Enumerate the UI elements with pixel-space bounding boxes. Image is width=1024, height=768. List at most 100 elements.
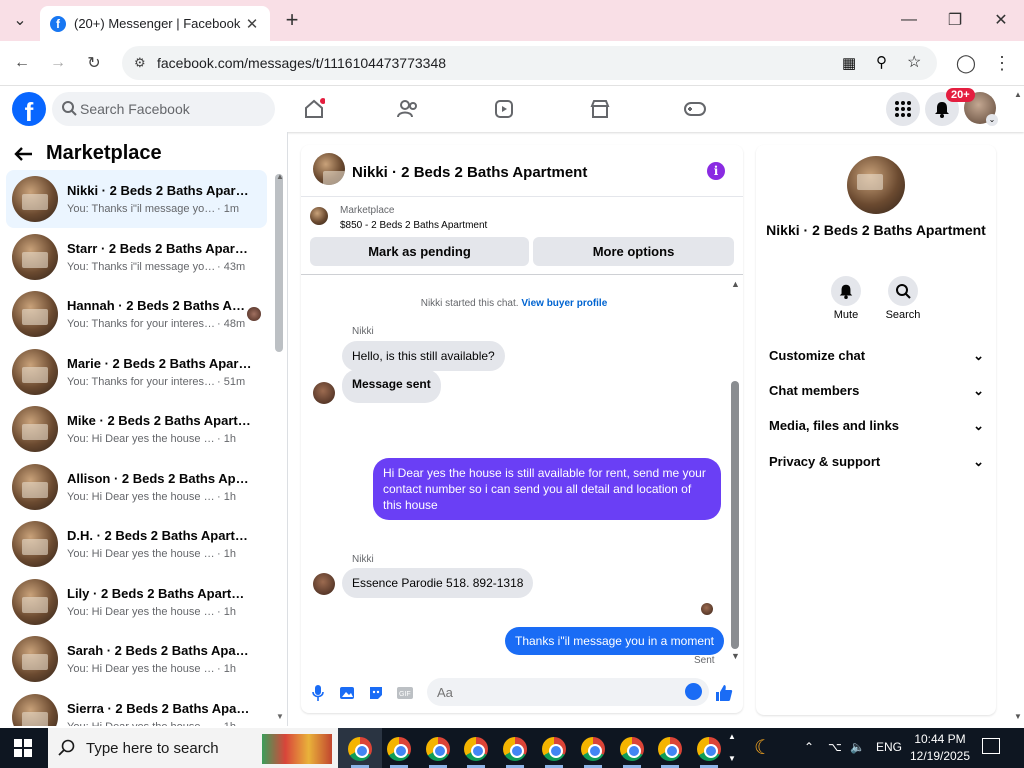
friends-icon[interactable]: [394, 96, 422, 122]
conversation-item[interactable]: Starr · 2 Beds 2 Baths Apartment You: Tha…: [6, 228, 267, 286]
page-scrollbar[interactable]: ▲ ▼: [1012, 86, 1024, 726]
conversation-preview: You: Thanks i"il message you in a moment: [67, 203, 217, 215]
mark-as-pending-button[interactable]: Mark as pending: [310, 237, 529, 266]
search-in-chat-button[interactable]: [888, 276, 918, 306]
photo-icon[interactable]: [338, 684, 356, 702]
site-info-icon[interactable]: ⚙: [134, 55, 146, 71]
customize-chat-section[interactable]: Customize chat ⌄: [769, 348, 984, 364]
chrome-taskbar-icon[interactable]: [697, 737, 722, 761]
conversation-item[interactable]: Hannah · 2 Beds 2 Baths Apartment You: Th…: [6, 285, 267, 343]
listing-avatar: [12, 291, 58, 337]
tab-search-icon[interactable]: ⌄: [8, 8, 32, 32]
bookmark-star-icon[interactable]: ☆: [907, 52, 921, 72]
taskbar-scroll-down-icon[interactable]: ▼: [728, 754, 736, 763]
taskbar-search-input[interactable]: Type here to search: [48, 728, 338, 768]
listing-price-title[interactable]: $850 - 2 Beds 2 Baths Apartment: [340, 220, 487, 231]
conversation-title: Hannah · 2 Beds 2 Baths Apartment: [67, 298, 252, 313]
sticker-icon[interactable]: [367, 684, 385, 702]
chrome-taskbar-icon[interactable]: [386, 737, 411, 761]
forward-icon[interactable]: →: [47, 52, 69, 74]
chat-scroll-down-icon[interactable]: ▼: [731, 651, 740, 661]
chat-members-section[interactable]: Chat members ⌄: [769, 383, 984, 399]
back-arrow-icon[interactable]: [14, 146, 34, 162]
conversation-item[interactable]: Lily · 2 Beds 2 Baths Apartment You: Hi D…: [6, 573, 267, 631]
chrome-taskbar-icon[interactable]: [658, 737, 683, 761]
sender-avatar[interactable]: [313, 382, 335, 404]
mute-button[interactable]: [831, 276, 861, 306]
chrome-menu-icon[interactable]: ⋮: [991, 52, 1013, 74]
microphone-icon[interactable]: [309, 684, 327, 702]
conversation-item[interactable]: Sierra · 2 Beds 2 Baths Apartment You: Hi…: [6, 688, 267, 726]
menu-grid-icon[interactable]: [886, 92, 920, 126]
chat-avatar[interactable]: [313, 153, 345, 185]
conversation-item[interactable]: Mike · 2 Beds 2 Baths Apartment You: Hi D…: [6, 400, 267, 458]
chrome-taskbar-icon[interactable]: [464, 737, 489, 761]
chrome-taskbar-icon[interactable]: [348, 737, 372, 761]
back-icon[interactable]: ←: [11, 52, 33, 74]
marketplace-icon[interactable]: [586, 96, 614, 122]
sidebar-scroll-up-icon[interactable]: ▲: [276, 172, 284, 181]
conversation-item[interactable]: Marie · 2 Beds 2 Baths Apartment You: Tha…: [6, 343, 267, 401]
volume-icon[interactable]: 🔈: [850, 740, 865, 754]
windows-start-icon[interactable]: [14, 739, 32, 757]
maximize-icon[interactable]: ❐: [943, 8, 967, 32]
sidebar-scroll-down-icon[interactable]: ▼: [276, 712, 284, 721]
facebook-logo-icon[interactable]: f: [12, 92, 46, 126]
emoji-icon[interactable]: [685, 683, 702, 700]
notifications-center-icon[interactable]: [982, 738, 1000, 754]
gif-icon[interactable]: GIF: [396, 684, 414, 702]
conversation-item[interactable]: Nikki · 2 Beds 2 Baths Apartment You: Tha…: [6, 170, 267, 228]
marketplace-label: Marketplace: [340, 205, 395, 216]
chrome-taskbar-icon[interactable]: [580, 737, 605, 761]
home-icon[interactable]: [300, 96, 328, 122]
video-icon[interactable]: [490, 96, 518, 122]
incoming-message[interactable]: Message sent: [342, 369, 441, 403]
show-hidden-icons-icon[interactable]: ⌃: [804, 740, 814, 754]
minimize-icon[interactable]: —: [897, 8, 921, 32]
page-scroll-down-icon[interactable]: ▼: [1014, 712, 1022, 721]
reload-icon[interactable]: ↻: [83, 52, 105, 74]
outgoing-message[interactable]: Thanks i"il message you in a moment: [505, 627, 725, 655]
window-close-icon[interactable]: ✕: [989, 8, 1013, 32]
browser-tab[interactable]: f (20+) Messenger | Facebook ✕: [40, 6, 270, 41]
chrome-taskbar-icon[interactable]: [619, 737, 644, 761]
info-icon[interactable]: i: [707, 162, 725, 180]
chat-scrollbar[interactable]: [731, 381, 739, 649]
chat-scroll-up-icon[interactable]: ▲: [731, 279, 740, 289]
view-buyer-profile-link[interactable]: View buyer profile: [521, 298, 607, 309]
media-files-links-section[interactable]: Media, files and links ⌄: [769, 418, 984, 434]
install-app-icon[interactable]: ▦: [842, 54, 856, 72]
network-icon[interactable]: ⌥: [828, 740, 842, 754]
language-indicator[interactable]: ENG: [876, 740, 902, 754]
incoming-message[interactable]: Essence Parodie 518. 892-1318: [342, 568, 534, 598]
address-bar[interactable]: ⚙ facebook.com/messages/t/11161044737733…: [122, 46, 937, 80]
gaming-icon[interactable]: [681, 96, 709, 122]
message-input[interactable]: [427, 678, 709, 706]
conversation-item[interactable]: Sarah · 2 Beds 2 Baths Apartment You: Hi …: [6, 630, 267, 688]
account-chevron-icon[interactable]: ⌄: [986, 114, 998, 126]
privacy-support-section[interactable]: Privacy & support ⌄: [769, 454, 984, 470]
chrome-taskbar-icon[interactable]: [542, 737, 566, 761]
page-scroll-up-icon[interactable]: ▲: [1014, 90, 1022, 99]
facebook-search-input[interactable]: Search Facebook: [52, 92, 275, 126]
incoming-message[interactable]: Hello, is this still available?: [342, 341, 505, 371]
chrome-taskbar-icon[interactable]: [503, 737, 528, 761]
clock[interactable]: 10:44 PM 12/19/2025: [908, 731, 972, 765]
sidebar-scrollbar[interactable]: [275, 174, 283, 352]
contact-avatar[interactable]: [847, 156, 905, 214]
conversation-item[interactable]: D.H. · 2 Beds 2 Baths Apartment You: Hi D…: [6, 515, 267, 573]
chrome-taskbar-icon[interactable]: [425, 737, 450, 761]
profile-icon[interactable]: ◯: [955, 52, 977, 74]
chat-title[interactable]: Nikki · 2 Beds 2 Baths Apartment: [352, 164, 587, 181]
like-thumb-icon[interactable]: [715, 684, 733, 702]
tab-close-icon[interactable]: ✕: [244, 15, 260, 33]
conversation-item[interactable]: Allison · 2 Beds 2 Baths Apartment You: H…: [6, 458, 267, 516]
new-tab-icon[interactable]: +: [280, 7, 304, 32]
outgoing-message[interactable]: Hi Dear yes the house is still available…: [373, 458, 721, 520]
facebook-header: f Search Facebook ⌄: [0, 86, 1024, 132]
zoom-icon[interactable]: ⚲: [876, 53, 887, 71]
taskbar-scroll-up-icon[interactable]: ▲: [728, 732, 736, 741]
more-options-button[interactable]: More options: [533, 237, 734, 266]
sender-avatar[interactable]: [313, 573, 335, 595]
night-light-icon[interactable]: ☾: [754, 735, 772, 760]
